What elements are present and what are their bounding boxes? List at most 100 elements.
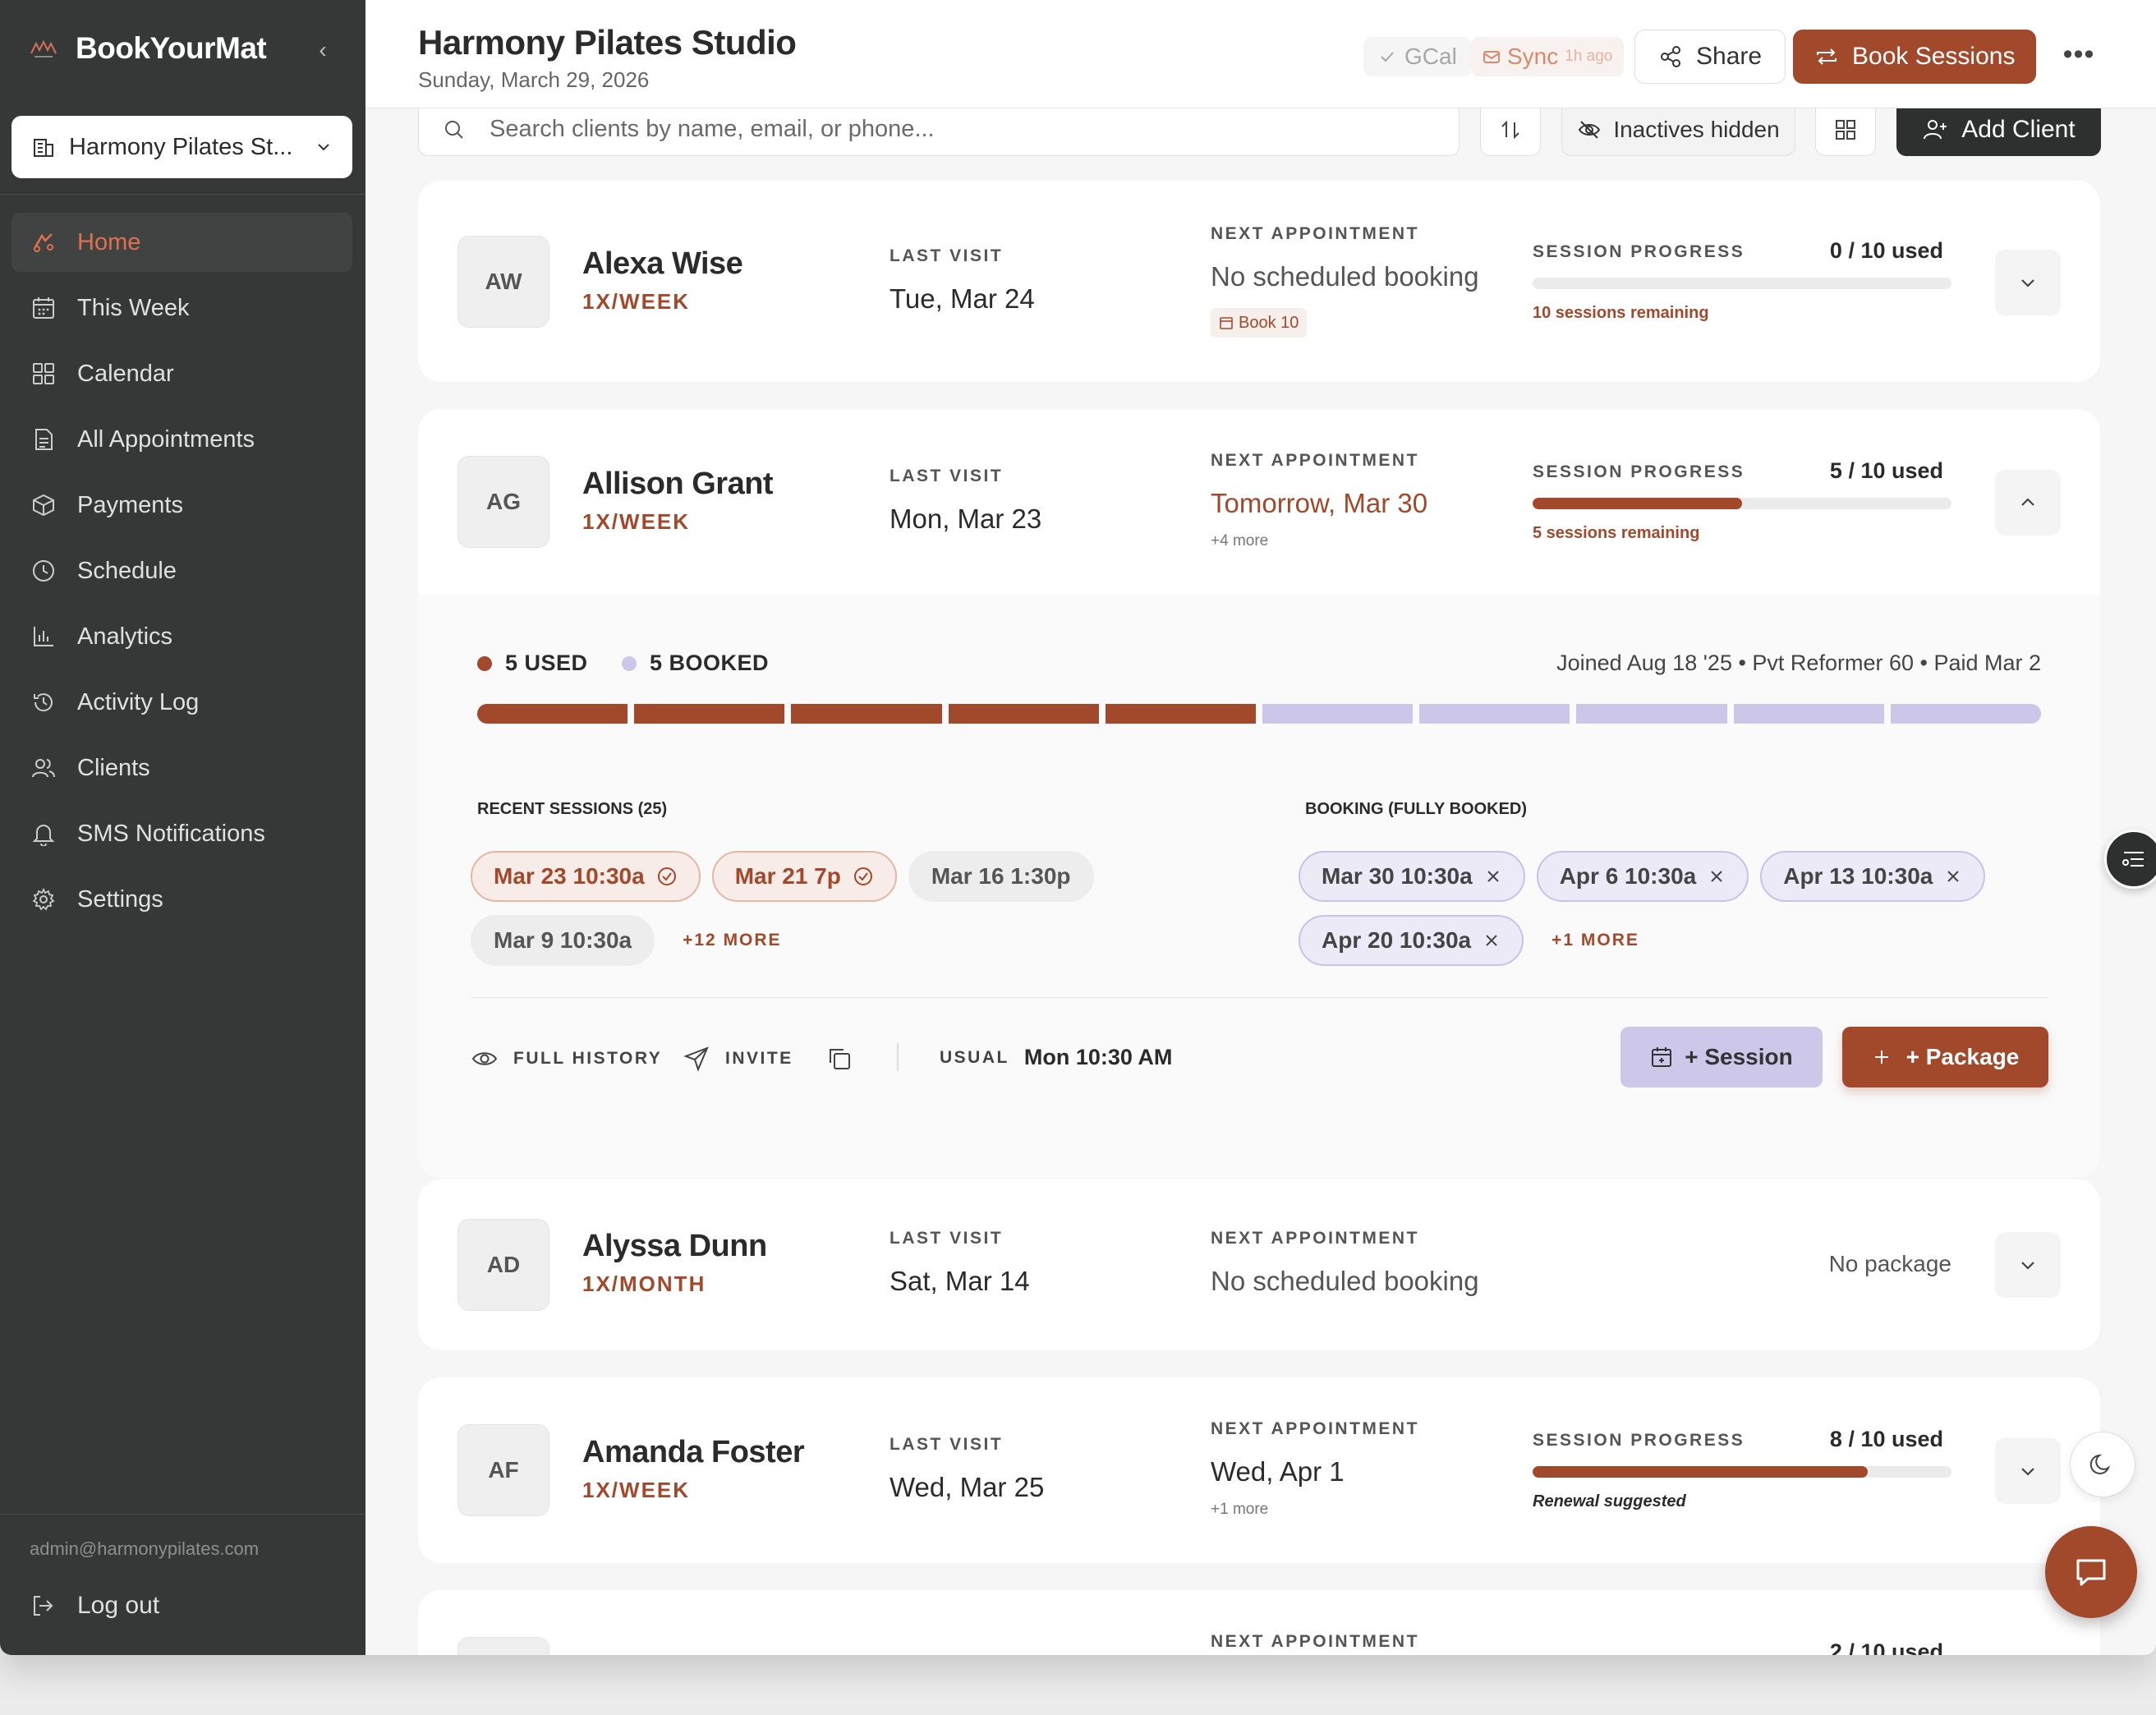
next-appointment-more[interactable]: +4 more (1211, 532, 1268, 550)
add-session-label: + Session (1685, 1044, 1793, 1069)
brand[interactable]: BookYourMat (30, 31, 267, 66)
gear-icon (30, 885, 57, 913)
collapse-sidebar-icon[interactable]: ‹ (310, 38, 335, 62)
last-visit-label: LAST VISIT (890, 1229, 1004, 1248)
action-divider (897, 1043, 899, 1071)
booking-chip[interactable]: Mar 30 10:30a (1299, 851, 1525, 902)
chat-button[interactable] (2045, 1526, 2137, 1618)
share-button[interactable]: Share (1634, 30, 1786, 84)
session-progress-bar (1533, 278, 1951, 289)
gcal-status[interactable]: GCal (1363, 37, 1472, 76)
sidebar-item-schedule[interactable]: Schedule (11, 541, 352, 600)
close-icon[interactable] (1944, 867, 1962, 885)
check-circle-icon (853, 867, 872, 885)
sidebar-nav: Home This Week Calendar All Appointments… (11, 213, 352, 936)
close-icon[interactable] (1708, 867, 1726, 885)
sessions-remaining: 10 sessions remaining (1533, 304, 1709, 322)
add-client-button[interactable]: Add Client (1896, 103, 2101, 156)
client-frequency: 1X/MONTH (582, 1271, 706, 1296)
brand-name: BookYourMat (76, 31, 267, 65)
check-icon (1381, 52, 1394, 62)
logout-button[interactable]: Log out (30, 1592, 159, 1620)
segment-used (791, 704, 942, 724)
search-box[interactable] (418, 103, 1460, 156)
collapse-button[interactable] (1995, 470, 2061, 536)
segment-used (634, 704, 785, 724)
client-card[interactable]: AF Amanda Foster 1X/WEEK LAST VISIT Wed,… (418, 1377, 2100, 1563)
sidebar-item-payments[interactable]: Payments (11, 476, 352, 535)
sidebar-item-activity-log[interactable]: Activity Log (11, 673, 352, 732)
copy-icon (830, 1049, 850, 1069)
renewal-suggested: Renewal suggested (1533, 1492, 1686, 1510)
sidebar-item-calendar[interactable]: Calendar (11, 344, 352, 403)
invite-link[interactable]: INVITE (683, 1045, 793, 1073)
client-card[interactable]: NEXT APPOINTMENT 2 / 10 used (418, 1590, 2100, 1655)
client-card[interactable]: AD Alyssa Dunn 1X/MONTH LAST VISIT Sat, … (418, 1179, 2100, 1350)
studio-selector[interactable]: Harmony Pilates St... (11, 116, 352, 178)
expand-button[interactable] (1995, 1232, 2061, 1298)
session-chip[interactable]: Mar 16 1:30p (908, 851, 1094, 902)
sidebar-divider (0, 1514, 365, 1515)
sessions-used: 2 / 10 used (1829, 1639, 1943, 1655)
session-progress-bar (1533, 1466, 1951, 1478)
more-options-icon[interactable]: ••• (2057, 36, 2100, 79)
segment-booked (1262, 704, 1414, 724)
session-chip[interactable]: Mar 23 10:30a (471, 851, 701, 902)
client-name[interactable]: Alyssa Dunn (582, 1229, 767, 1264)
booking-more-link[interactable]: +1 MORE (1535, 931, 1656, 950)
page-date: Sunday, March 29, 2026 (418, 67, 650, 92)
sidebar-item-home[interactable]: Home (11, 213, 352, 272)
sidebar-item-label: Activity Log (77, 688, 200, 715)
expand-button[interactable] (1995, 250, 2061, 315)
last-visit-value: Tue, Mar 24 (890, 283, 1035, 314)
invite-label: INVITE (725, 1049, 793, 1068)
recent-more-link[interactable]: +12 MORE (666, 931, 798, 950)
add-session-button[interactable]: + Session (1620, 1027, 1823, 1087)
next-appointment-value: No scheduled booking (1211, 261, 1479, 292)
side-panel-toggle[interactable] (2104, 830, 2156, 889)
session-chip-label: Mar 23 10:30a (494, 863, 645, 889)
session-chip[interactable]: Mar 9 10:30a (471, 915, 655, 966)
inactives-toggle[interactable]: Inactives hidden (1561, 103, 1795, 156)
legend-booked-label: 5 BOOKED (650, 651, 770, 675)
sidebar-item-sms-notifications[interactable]: SMS Notifications (11, 804, 352, 863)
sort-button[interactable] (1480, 103, 1541, 156)
sidebar-item-settings[interactable]: Settings (11, 870, 352, 929)
client-card[interactable]: AW Alexa Wise 1X/WEEK LAST VISIT Tue, Ma… (418, 181, 2100, 382)
full-history-link[interactable]: FULL HISTORY (471, 1045, 662, 1073)
sidebar-item-all-appointments[interactable]: All Appointments (11, 410, 352, 469)
segment-used (1105, 704, 1257, 724)
client-name[interactable]: Amanda Foster (582, 1435, 805, 1470)
document-icon (30, 425, 57, 453)
dark-mode-toggle[interactable] (2070, 1432, 2135, 1497)
session-chip[interactable]: Mar 21 7p (711, 851, 897, 902)
booking-chip[interactable]: Apr 13 10:30a (1760, 851, 1986, 902)
logout-label: Log out (77, 1592, 160, 1619)
client-name[interactable]: Alexa Wise (582, 246, 743, 282)
sync-status[interactable]: Sync 1h ago (1471, 37, 1625, 76)
add-package-button[interactable]: + Package (1842, 1027, 2048, 1087)
expand-button[interactable] (1995, 1438, 2061, 1504)
close-icon[interactable] (1483, 931, 1501, 949)
sessions-remaining: 5 sessions remaining (1533, 524, 1700, 542)
grid-view-button[interactable] (1815, 103, 1876, 156)
next-appointment-more[interactable]: +1 more (1211, 1501, 1268, 1519)
book-package-chip[interactable]: Book 10 (1211, 308, 1308, 338)
copy-button[interactable] (825, 1045, 853, 1073)
clock-icon (30, 557, 57, 585)
last-visit-value: Wed, Mar 25 (890, 1472, 1045, 1502)
search-input[interactable] (490, 116, 1436, 143)
book-sessions-button[interactable]: Book Sessions (1793, 30, 2037, 84)
close-icon[interactable] (1484, 867, 1502, 885)
booking-chip[interactable]: Apr 6 10:30a (1536, 851, 1749, 902)
client-name[interactable]: Allison Grant (582, 467, 774, 502)
booking-chip[interactable]: Apr 20 10:30a (1299, 915, 1524, 966)
booked-dot-icon (622, 655, 637, 671)
next-appointment-value[interactable]: Wed, Apr 1 (1211, 1456, 1345, 1487)
sidebar-item-analytics[interactable]: Analytics (11, 607, 352, 666)
sidebar-item-this-week[interactable]: This Week (11, 278, 352, 338)
next-appointment-value[interactable]: Tomorrow, Mar 30 (1211, 488, 1427, 519)
share-label: Share (1696, 43, 1763, 70)
sidebar-item-clients[interactable]: Clients (11, 738, 352, 798)
client-card-expanded[interactable]: AG Allison Grant 1X/WEEK LAST VISIT Mon,… (418, 409, 2100, 1178)
